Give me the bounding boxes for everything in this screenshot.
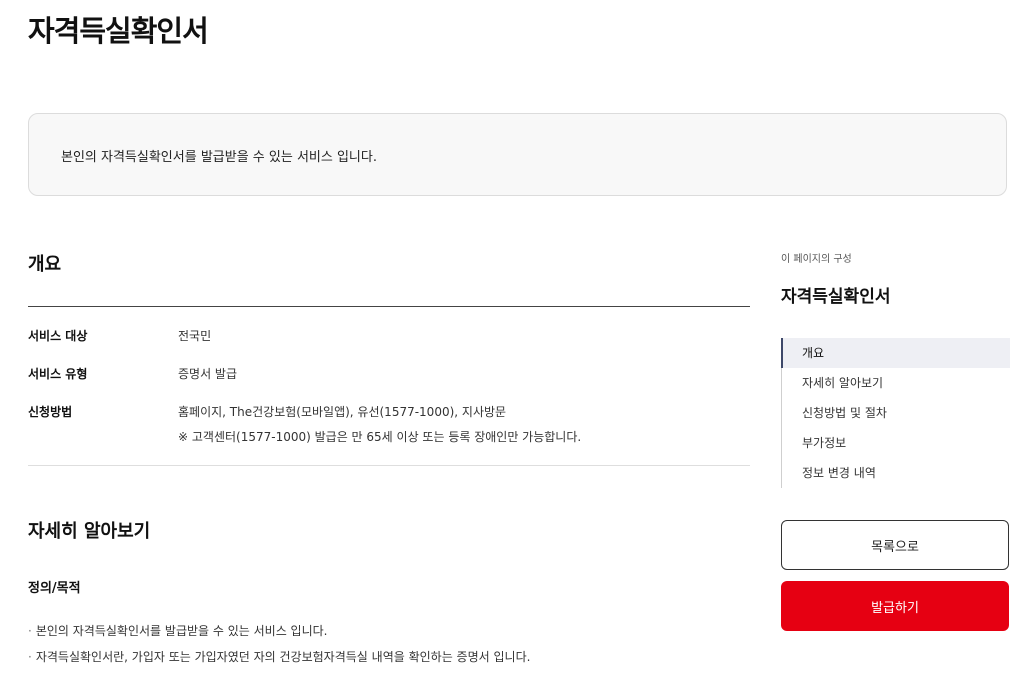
overview-bottom-divider [28,465,750,466]
bullet-text: 자격득실확인서란, 가입자 또는 가입자였던 자의 건강보험자격득실 내역을 확… [35,650,531,664]
list-item: · 본인의 자격득실확인서를 발급받을 수 있는 서비스 입니다. [28,622,328,639]
row-value-method: 홈페이지, The건강보험(모바일앱), 유선(1577-1000), 지사방문 [178,405,507,419]
overview-divider [28,306,750,307]
bullet-dot-icon: · [28,650,32,664]
list-button[interactable]: 목록으로 [781,520,1009,570]
row-label-type: 서비스 유형 [28,367,88,381]
toc-item-procedure[interactable]: 신청방법 및 절차 [782,398,1010,428]
row-label-method: 신청방법 [28,405,73,419]
bullet-dot-icon: · [28,624,32,638]
table-of-contents: 개요 자세히 알아보기 신청방법 및 절차 부가정보 정보 변경 내역 [781,338,1010,488]
page-title: 자격득실확인서 [28,14,209,48]
details-subheading: 정의/목적 [28,581,81,596]
issue-button[interactable]: 발급하기 [781,581,1009,631]
toc-item-change-history[interactable]: 정보 변경 내역 [782,458,1010,488]
sidebar-caption: 이 페이지의 구성 [781,254,852,265]
row-note-method: ※ 고객센터(1577-1000) 발급은 만 65세 이상 또는 등록 장애인… [178,430,582,444]
toc-item-overview[interactable]: 개요 [781,338,1010,368]
row-value-target: 전국민 [178,329,212,343]
toc-item-additional-info[interactable]: 부가정보 [782,428,1010,458]
intro-box: 본인의 자격득실확인서를 발급받을 수 있는 서비스 입니다. [28,113,1007,196]
intro-text: 본인의 자격득실확인서를 발급받을 수 있는 서비스 입니다. [61,150,377,165]
list-item: · 자격득실확인서란, 가입자 또는 가입자였던 자의 건강보험자격득실 내역을 … [28,648,530,665]
sidebar-title: 자격득실확인서 [781,287,891,307]
overview-heading: 개요 [28,254,62,275]
row-label-target: 서비스 대상 [28,329,88,343]
bullet-text: 본인의 자격득실확인서를 발급받을 수 있는 서비스 입니다. [35,624,328,638]
details-heading: 자세히 알아보기 [28,521,151,542]
row-value-type: 증명서 발급 [178,367,238,381]
toc-item-details[interactable]: 자세히 알아보기 [782,368,1010,398]
